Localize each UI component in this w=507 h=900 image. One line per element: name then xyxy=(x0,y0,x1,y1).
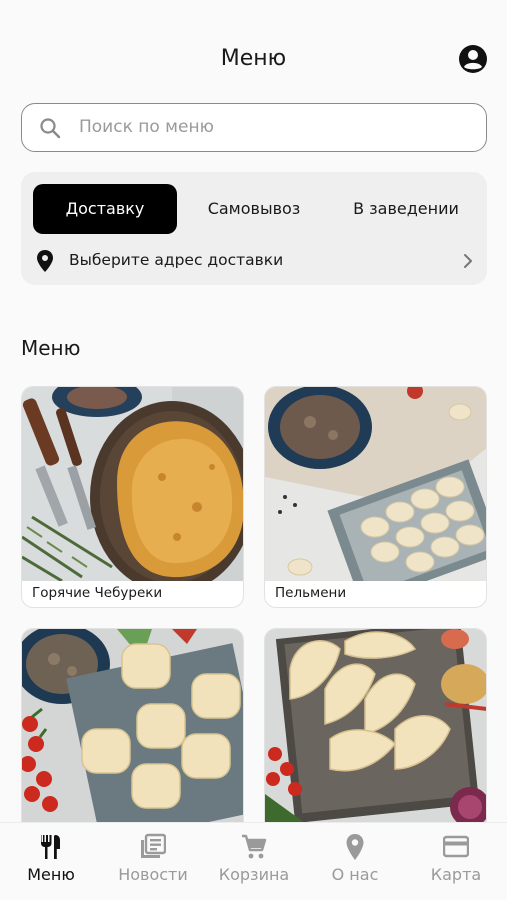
category-card-vareniki[interactable] xyxy=(264,628,487,850)
delivery-address-label: Выберите адрес доставки xyxy=(69,251,284,269)
vareniki-image xyxy=(265,629,486,823)
search-icon xyxy=(40,118,61,139)
tab-label: Карта xyxy=(430,865,482,884)
manti-image xyxy=(22,629,243,823)
search-bar[interactable] xyxy=(21,103,487,152)
tab-label: О нас xyxy=(331,865,379,884)
account-circle-icon[interactable] xyxy=(458,44,488,74)
tab-about[interactable]: О нас xyxy=(305,831,405,897)
mode-pickup-button[interactable]: Самовывоз xyxy=(189,184,319,234)
location-pin-icon xyxy=(346,834,364,860)
delivery-address-selector[interactable]: Выберите адрес доставки xyxy=(33,246,479,276)
pelmeni-image xyxy=(265,387,486,581)
tab-label: Меню xyxy=(27,865,75,884)
search-input[interactable] xyxy=(79,104,469,150)
mode-delivery-button[interactable]: Доставку xyxy=(33,184,177,234)
tab-label: Корзина xyxy=(218,865,290,884)
news-icon xyxy=(141,833,166,858)
cheburek-image xyxy=(22,387,243,581)
category-card-pelmeni[interactable]: Пельмени xyxy=(264,386,487,608)
cart-icon xyxy=(242,834,267,859)
credit-card-icon xyxy=(443,835,469,858)
category-card-manti[interactable] xyxy=(21,628,244,850)
menu-section-title: Меню xyxy=(21,336,81,360)
category-label: Горячие Чебуреки xyxy=(32,585,163,601)
chevron-right-icon xyxy=(464,254,472,268)
tab-menu[interactable]: Меню xyxy=(1,831,101,897)
page-title: Меню xyxy=(220,46,287,71)
category-card-cheburek[interactable]: Горячие Чебуреки xyxy=(21,386,244,608)
tab-card[interactable]: Карта xyxy=(406,831,506,897)
tab-label: Новости xyxy=(118,865,188,884)
category-label: Пельмени xyxy=(275,585,347,601)
bottom-tab-bar: Меню Новости Корзина О нас Карта xyxy=(0,822,507,900)
mode-dine-in-button[interactable]: В заведении xyxy=(333,184,479,234)
fork-knife-icon xyxy=(41,835,60,859)
location-pin-icon xyxy=(37,250,53,272)
tab-cart[interactable]: Корзина xyxy=(204,831,304,897)
header: Меню xyxy=(0,40,507,82)
delivery-mode-card: Доставку Самовывоз В заведении Выберите … xyxy=(21,172,487,285)
tab-news[interactable]: Новости xyxy=(103,831,203,897)
